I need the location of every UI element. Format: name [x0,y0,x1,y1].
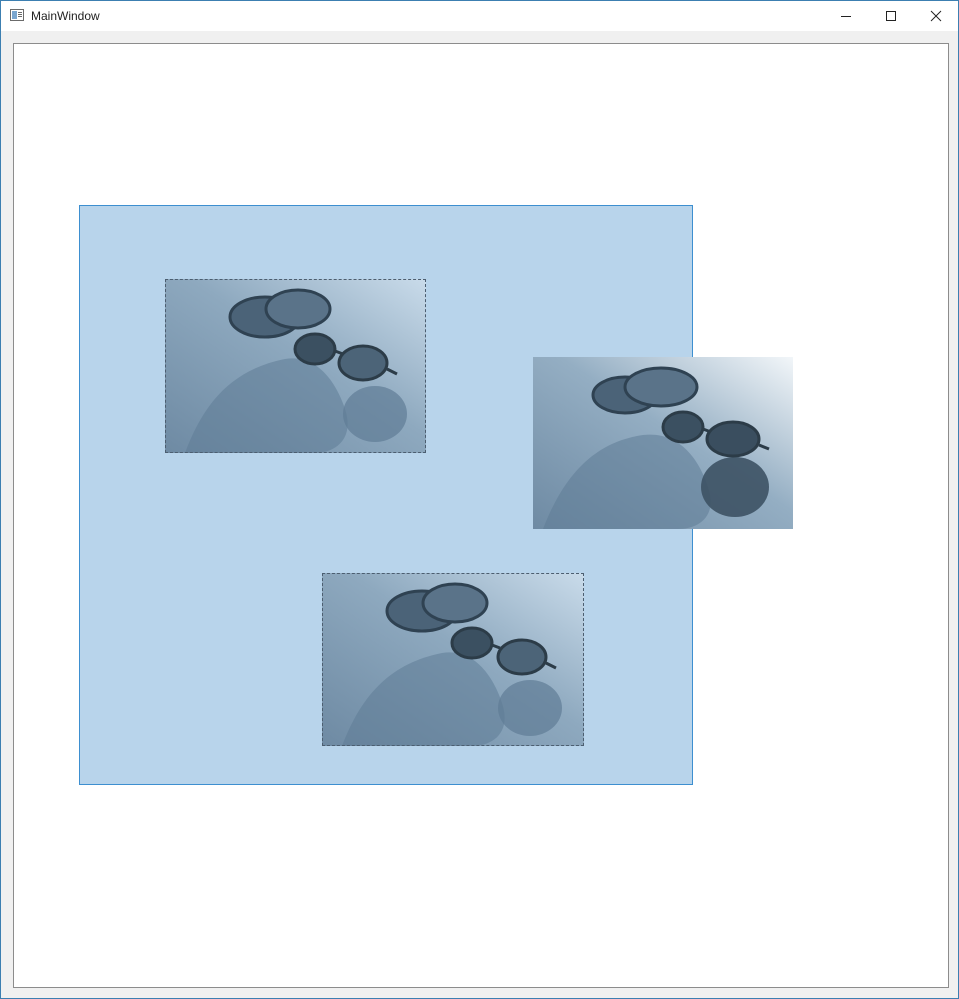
minimize-button[interactable] [823,1,869,31]
photo-sunglasses-2[interactable] [533,357,793,529]
close-button[interactable] [913,1,959,31]
photo-sunglasses-1[interactable] [165,279,426,453]
maximize-icon [886,11,896,21]
window-title: MainWindow [31,9,100,23]
minimize-icon [841,16,851,17]
sunglasses-image [322,573,584,746]
sunglasses-image [533,357,793,529]
photo-sunglasses-3[interactable] [322,573,584,746]
sunglasses-image [165,279,426,453]
app-icon [10,9,24,21]
title-bar[interactable]: MainWindow [1,1,958,31]
close-icon [930,10,942,22]
maximize-button[interactable] [868,1,914,31]
